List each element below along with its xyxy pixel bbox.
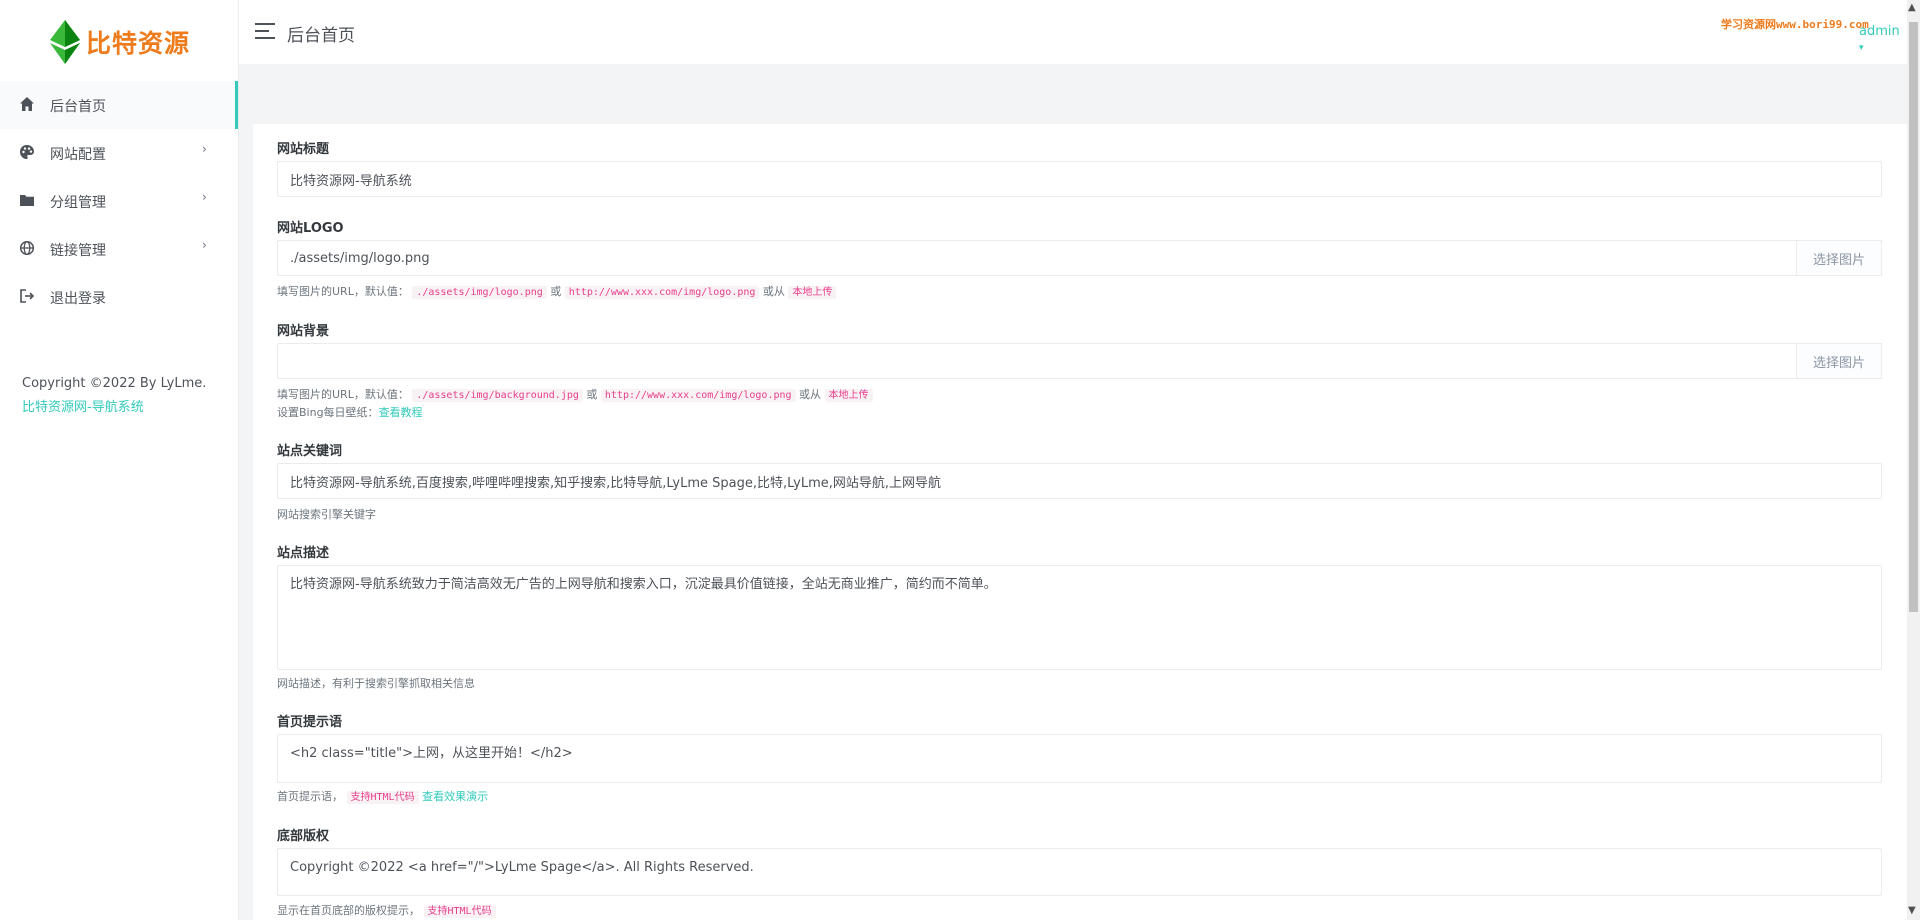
home-tip-textarea[interactable]: <h2 class="title">上网，从这里开始！</h2> (277, 734, 1882, 783)
sidebar: 比特资源 后台首页 网站配置 › 分组管理 › 链接管理 › 退出登录 Copy… (0, 0, 239, 920)
footer-copyright-label: 底部版权 (277, 829, 330, 844)
site-logo-label: 网站LOGO (277, 221, 344, 236)
home-tip-label: 首页提示语 (277, 715, 343, 730)
copyright-text: Copyright ©2022 By LyLme. (22, 376, 207, 391)
globe-icon (19, 240, 35, 256)
default-path-code: ./assets/img/logo.png (412, 286, 547, 299)
logout-icon (20, 289, 35, 303)
sidebar-item-site-config[interactable]: 网站配置 › (0, 129, 238, 177)
default-path-code: ./assets/img/background.jpg (412, 389, 583, 402)
sidebar-item-label: 网站配置 (50, 147, 106, 163)
sidebar-item-dashboard[interactable]: 后台首页 (0, 81, 238, 129)
local-upload-link[interactable]: 本地上传 (788, 286, 837, 299)
site-background-label: 网站背景 (277, 324, 330, 339)
view-demo-link[interactable]: 查看效果演示 (422, 790, 488, 803)
description-label: 站点描述 (277, 546, 330, 561)
help-text: 或从 (762, 285, 785, 298)
page-title: 后台首页 (287, 26, 355, 46)
help-text: 或 (550, 285, 562, 298)
footer-copyright-textarea[interactable]: Copyright ©2022 <a href="/">LyLme Spage<… (277, 848, 1882, 896)
html-support-badge: 支持HTML代码 (423, 905, 496, 918)
home-tip-help: 首页提示语， 支持HTML代码 查看效果演示 (277, 789, 488, 806)
user-menu[interactable]: admin ▾ (1859, 24, 1907, 54)
copyright-link[interactable]: 比特资源网-导航系统 (22, 396, 206, 420)
help-text: 首页提示语， (277, 790, 343, 803)
description-textarea[interactable]: 比特资源网-导航系统致力于简洁高效无广告的上网导航和搜索入口，沉淀最具价值链接，… (277, 565, 1882, 670)
home-icon (20, 97, 34, 111)
logo-select-image-button[interactable]: 选择图片 (1797, 240, 1882, 276)
sidebar-item-label: 分组管理 (50, 195, 106, 211)
content-top-band (239, 64, 1907, 124)
site-title-input[interactable]: 比特资源网-导航系统 (277, 161, 1882, 197)
brand-name: 比特资源 (86, 29, 191, 58)
sidebar-item-link-management[interactable]: 链接管理 › (0, 225, 238, 273)
scrollbar-thumb[interactable] (1909, 22, 1918, 612)
help-text: 设置Bing每日壁纸： (277, 406, 379, 419)
help-text: 填写图片的URL，默认值： (277, 388, 409, 401)
help-text: 显示在首页底部的版权提示， (277, 904, 420, 917)
scroll-up-arrow-icon[interactable]: ▲ (1908, 2, 1916, 13)
page-scrollbar[interactable]: ▲ ▼ (1907, 0, 1920, 920)
help-text: 或 (586, 388, 598, 401)
user-name: admin (1859, 24, 1900, 39)
description-help: 网站描述，有利于搜索引擎抓取相关信息 (277, 677, 475, 690)
scroll-down-arrow-icon[interactable]: ▼ (1908, 905, 1916, 916)
example-url-code: http://www.xxx.com/img/logo.png (564, 286, 760, 299)
palette-icon (20, 145, 34, 159)
caret-down-icon: ▾ (1859, 43, 1864, 53)
sidebar-item-group-management[interactable]: 分组管理 › (0, 177, 238, 225)
ethereum-classic-logo-icon (50, 20, 80, 64)
keywords-input[interactable]: 比特资源网-导航系统,百度搜索,哔哩哔哩搜索,知乎搜索,比特导航,LyLme S… (277, 463, 1882, 499)
keywords-help: 网站搜索引擎关键字 (277, 508, 376, 521)
html-support-badge: 支持HTML代码 (346, 791, 419, 804)
top-header: 后台首页 学习资源网www.bori99.com admin ▾ (239, 0, 1907, 64)
folder-icon (20, 195, 34, 206)
help-text: 填写图片的URL，默认值： (277, 285, 409, 298)
sidebar-item-logout[interactable]: 退出登录 (0, 273, 238, 321)
menu-toggle-icon[interactable] (255, 23, 275, 39)
example-url-code: http://www.xxx.com/img/logo.png (600, 389, 796, 402)
content-left-gutter (239, 124, 253, 920)
sidebar-item-label: 退出登录 (50, 291, 106, 307)
background-select-image-button[interactable]: 选择图片 (1797, 343, 1882, 379)
site-background-help: 填写图片的URL，默认值： ./assets/img/background.jp… (277, 387, 873, 404)
chevron-right-icon: › (202, 238, 207, 252)
help-text: 或从 (799, 388, 822, 401)
keywords-label: 站点关键词 (277, 444, 343, 459)
footer-copyright-help: 显示在首页底部的版权提示， 支持HTML代码 (277, 903, 496, 920)
site-logo-input[interactable]: ./assets/img/logo.png (277, 240, 1797, 276)
site-title-label: 网站标题 (277, 142, 330, 157)
logo[interactable]: 比特资源 (50, 20, 190, 64)
watermark-text: 学习资源网www.bori99.com (1721, 18, 1869, 31)
site-background-input[interactable] (277, 343, 1797, 379)
bing-wallpaper-help: 设置Bing每日壁纸：查看教程 (277, 405, 423, 421)
sidebar-copyright: Copyright ©2022 By LyLme. 比特资源网-导航系统 (22, 372, 206, 420)
chevron-right-icon: › (202, 142, 207, 156)
chevron-right-icon: › (202, 190, 207, 204)
local-upload-link[interactable]: 本地上传 (824, 389, 873, 402)
sidebar-item-label: 后台首页 (50, 99, 106, 115)
sidebar-item-label: 链接管理 (50, 243, 106, 259)
site-logo-help: 填写图片的URL，默认值： ./assets/img/logo.png 或 ht… (277, 284, 837, 301)
view-tutorial-link[interactable]: 查看教程 (379, 406, 423, 419)
